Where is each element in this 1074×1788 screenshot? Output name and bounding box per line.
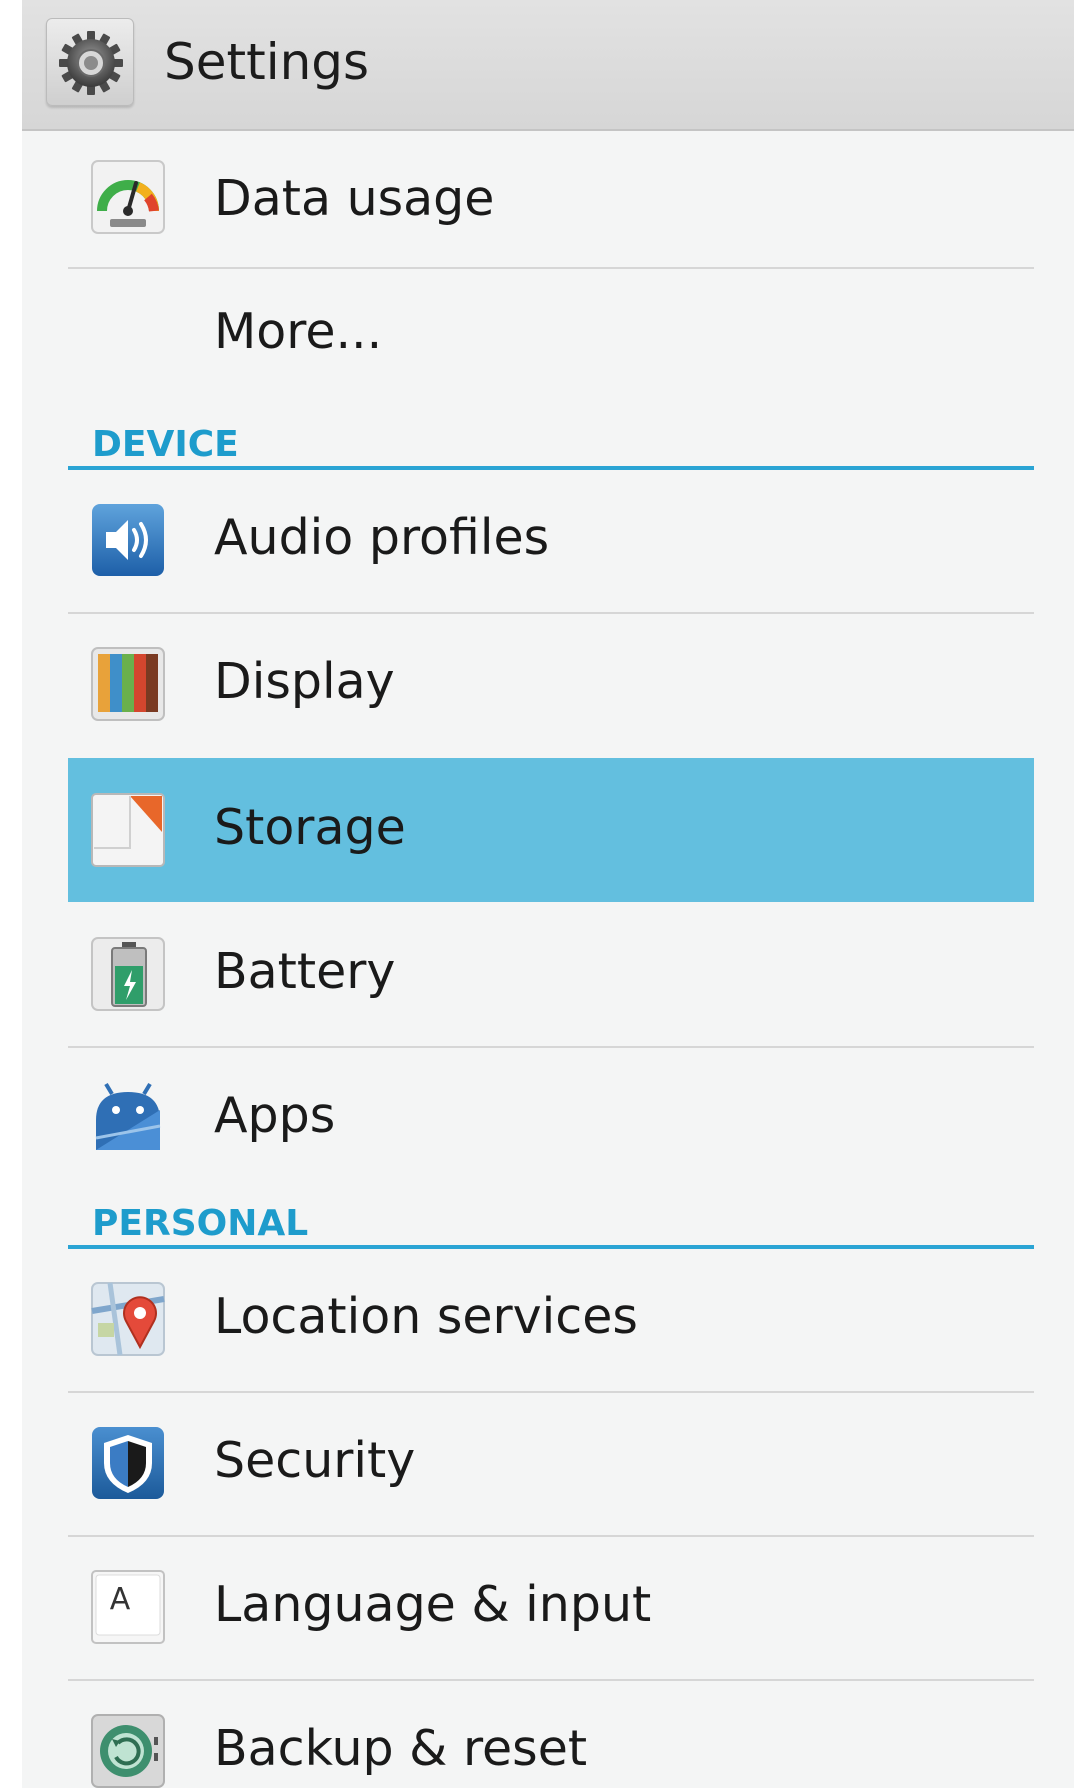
settings-item-label: Apps [214,1087,336,1144]
settings-gear-icon[interactable] [46,18,134,106]
section-header-personal: PERSONAL [92,1203,309,1244]
settings-screen: Settings Data usage More... DEVICE Audio… [22,0,1074,1788]
keyboard-a-key-icon: A [90,1569,166,1645]
action-bar: Settings [22,0,1074,131]
settings-item-language-input[interactable]: A Language & input [68,1537,1034,1679]
battery-icon [90,936,166,1012]
settings-item-apps[interactable]: Apps [68,1048,1034,1190]
backup-restore-icon [90,1713,166,1788]
svg-text:A: A [110,1582,131,1617]
data-usage-gauge-icon [90,159,166,235]
settings-item-label: Battery [214,943,396,1000]
speaker-icon [90,502,166,578]
settings-item-battery[interactable]: Battery [68,902,1034,1046]
settings-item-label: More... [214,303,383,360]
section-header-device: DEVICE [92,424,239,465]
settings-item-label: Audio profiles [214,509,550,566]
settings-item-label: Security [214,1432,416,1489]
settings-item-storage[interactable]: Storage [68,758,1034,902]
settings-item-audio-profiles[interactable]: Audio profiles [68,470,1034,612]
settings-item-label: Data usage [214,170,495,227]
map-pin-icon [90,1281,166,1357]
settings-item-more[interactable]: More... [68,269,1034,397]
settings-item-data-usage[interactable]: Data usage [68,131,1034,267]
android-apps-icon [90,1080,166,1156]
settings-item-label: Language & input [214,1576,652,1633]
settings-item-label: Location services [214,1288,638,1345]
settings-item-security[interactable]: Security [68,1393,1034,1535]
settings-item-location-services[interactable]: Location services [68,1249,1034,1391]
settings-item-backup-reset[interactable]: Backup & reset [68,1681,1034,1788]
settings-item-display[interactable]: Display [68,614,1034,756]
settings-item-label: Storage [214,799,406,856]
shield-icon [90,1425,166,1501]
settings-item-label: Display [214,653,395,710]
storage-icon [90,792,166,868]
settings-item-label: Backup & reset [214,1720,588,1777]
display-color-bars-icon [90,646,166,722]
page-title: Settings [164,33,370,91]
